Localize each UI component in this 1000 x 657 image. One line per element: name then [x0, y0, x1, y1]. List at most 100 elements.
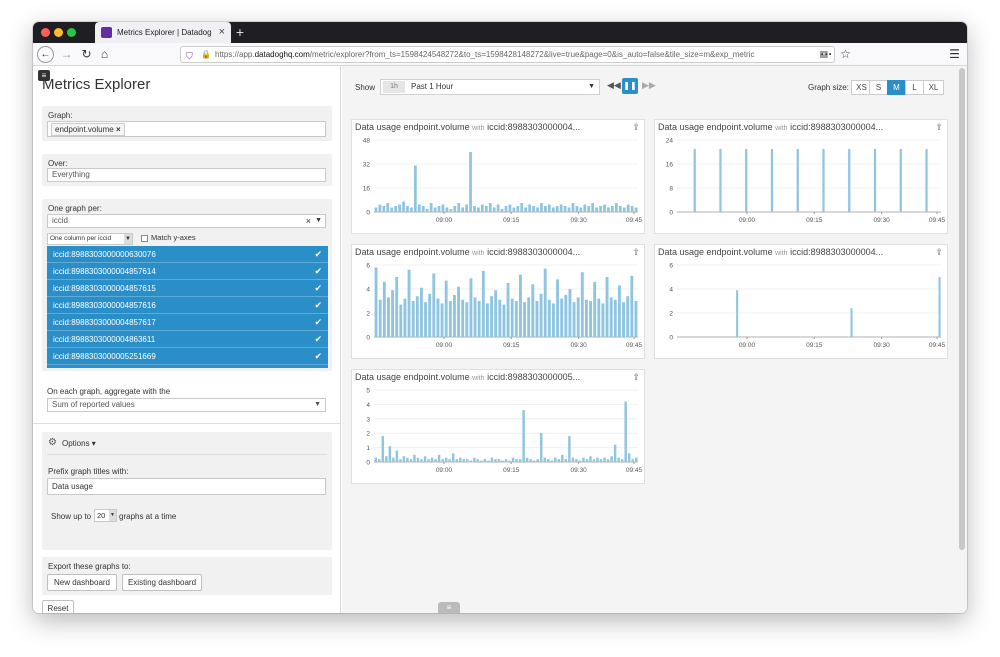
bar[interactable]: [622, 207, 626, 213]
bar[interactable]: [613, 299, 617, 337]
bar[interactable]: [419, 287, 423, 337]
bar[interactable]: [409, 459, 413, 462]
bar[interactable]: [398, 204, 401, 213]
bar[interactable]: [473, 297, 477, 337]
chevron-down-icon[interactable]: ▼: [315, 215, 322, 227]
bar[interactable]: [457, 203, 461, 212]
browser-tab[interactable]: Metrics Explorer | Datadog ×: [95, 22, 231, 43]
bar[interactable]: [539, 433, 543, 462]
bar[interactable]: [374, 207, 378, 213]
bar[interactable]: [631, 459, 634, 462]
bar[interactable]: [413, 454, 416, 462]
bar[interactable]: [444, 280, 448, 337]
bar[interactable]: [386, 297, 390, 337]
bar[interactable]: [487, 460, 490, 462]
bar[interactable]: [459, 457, 462, 462]
bar[interactable]: [589, 456, 592, 462]
bar[interactable]: [719, 149, 722, 212]
maximize-window-button[interactable]: [67, 28, 76, 37]
bar[interactable]: [448, 459, 451, 462]
over-input[interactable]: Everything: [47, 168, 326, 182]
bar[interactable]: [568, 436, 571, 462]
bar[interactable]: [508, 460, 511, 462]
metric-input[interactable]: endpoint.volume ×: [47, 121, 326, 137]
bar[interactable]: [578, 460, 582, 462]
bar[interactable]: [440, 303, 444, 337]
chart-4[interactable]: 0 2 4 6 09:00 09:15 09:30 09:45: [655, 259, 949, 359]
bar[interactable]: [457, 286, 461, 337]
reload-button[interactable]: ↻: [78, 46, 95, 63]
bar[interactable]: [448, 301, 452, 337]
bar[interactable]: [630, 275, 634, 337]
bar[interactable]: [543, 457, 546, 462]
bar[interactable]: [504, 206, 508, 212]
bar[interactable]: [555, 206, 559, 212]
bar[interactable]: [605, 277, 609, 337]
prefix-input[interactable]: Data usage: [47, 478, 326, 495]
forward-button[interactable]: →: [58, 46, 75, 63]
bar[interactable]: [601, 303, 605, 337]
bar[interactable]: [390, 207, 394, 213]
bar[interactable]: [469, 152, 472, 212]
bar[interactable]: [402, 456, 406, 462]
gear-icon[interactable]: ⚙: [48, 437, 57, 448]
bar[interactable]: [473, 457, 476, 462]
scrollbar[interactable]: [959, 68, 965, 550]
bar[interactable]: [599, 459, 603, 462]
bar[interactable]: [374, 457, 377, 462]
bar[interactable]: [465, 204, 468, 213]
bar[interactable]: [617, 457, 620, 462]
bar[interactable]: [437, 206, 441, 212]
bar[interactable]: [437, 454, 441, 462]
bar[interactable]: [531, 284, 535, 337]
bar[interactable]: [413, 165, 417, 213]
bar[interactable]: [599, 206, 602, 212]
rewind-icon[interactable]: ◀◀: [607, 80, 621, 91]
bar[interactable]: [595, 207, 599, 213]
bar[interactable]: [544, 206, 547, 212]
graph-size-m-button[interactable]: M: [887, 80, 906, 95]
bar[interactable]: [406, 206, 409, 212]
bar[interactable]: [850, 308, 853, 337]
fast-forward-icon[interactable]: ▶▶: [642, 80, 656, 91]
new-tab-button[interactable]: +: [233, 22, 247, 43]
options-toggle[interactable]: Options ▾: [62, 439, 96, 448]
timeframe-select[interactable]: 1h Past 1 Hour ▼: [380, 79, 600, 95]
bar[interactable]: [591, 203, 595, 212]
bar[interactable]: [522, 410, 525, 462]
bar[interactable]: [399, 459, 402, 462]
close-icon[interactable]: ×: [219, 22, 225, 43]
selected-group-item[interactable]: iccid:8988303000004857614 ✔: [47, 263, 328, 280]
bar[interactable]: [381, 436, 385, 462]
bar[interactable]: [899, 149, 902, 212]
bar[interactable]: [518, 459, 522, 462]
bar[interactable]: [433, 207, 437, 213]
bar[interactable]: [745, 149, 748, 212]
url-bar[interactable]: ⛉ 🔒 https://app.datadoghq.com/metric/exp…: [180, 46, 835, 63]
bar[interactable]: [550, 460, 553, 462]
aggregate-select[interactable]: Sum of reported values ▼: [47, 398, 326, 412]
bar[interactable]: [490, 457, 494, 462]
bar[interactable]: [527, 297, 531, 337]
bar[interactable]: [424, 302, 428, 337]
bar[interactable]: [411, 301, 415, 337]
bar[interactable]: [481, 271, 485, 337]
bar[interactable]: [494, 290, 498, 337]
chart-3[interactable]: 0 2 4 6 09:00 09:15 09:30 09:45: [352, 259, 646, 359]
bar[interactable]: [568, 289, 572, 337]
bottom-drawer-handle[interactable]: ≡: [438, 602, 460, 613]
remove-tag-icon[interactable]: ×: [116, 125, 121, 134]
bar[interactable]: [557, 459, 561, 462]
clear-icon[interactable]: ×: [306, 215, 311, 227]
bar[interactable]: [421, 206, 425, 212]
home-button[interactable]: ⌂: [96, 46, 113, 63]
selected-group-item[interactable]: iccid:8988303000000630076 ✔: [47, 246, 328, 263]
bar[interactable]: [477, 301, 481, 337]
bar[interactable]: [622, 302, 626, 337]
bar[interactable]: [736, 290, 739, 337]
bar[interactable]: [391, 290, 395, 337]
bar[interactable]: [796, 149, 799, 212]
bar[interactable]: [572, 302, 576, 337]
bar[interactable]: [410, 207, 413, 213]
bar[interactable]: [406, 457, 409, 462]
